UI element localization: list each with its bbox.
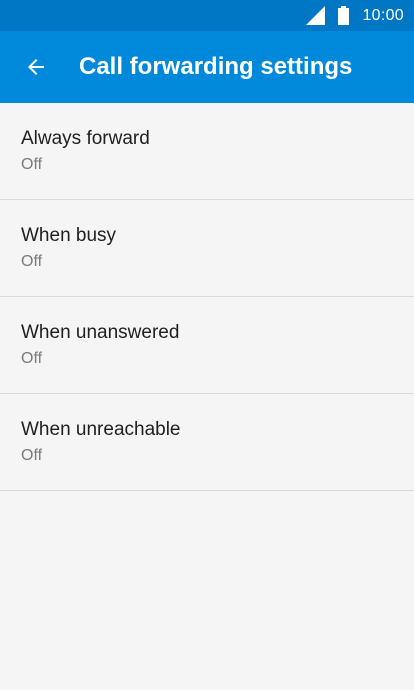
setting-status: Off bbox=[21, 447, 43, 464]
signal-icon bbox=[306, 6, 326, 25]
setting-title: When unreachable bbox=[21, 419, 181, 440]
status-bar: 10:00 bbox=[0, 0, 414, 31]
setting-when-unanswered[interactable]: When unanswered Off bbox=[0, 297, 414, 394]
setting-status: Off bbox=[21, 350, 43, 367]
call-forwarding-list: Always forward Off When busy Off When un… bbox=[0, 103, 414, 491]
setting-when-unreachable[interactable]: When unreachable Off bbox=[0, 394, 414, 491]
app-bar: Call forwarding settings bbox=[0, 31, 414, 103]
status-icons: 10:00 bbox=[306, 0, 404, 31]
setting-always-forward[interactable]: Always forward Off bbox=[0, 103, 414, 200]
back-button[interactable] bbox=[12, 43, 60, 91]
setting-status: Off bbox=[21, 156, 43, 173]
arrow-left-icon bbox=[28, 59, 44, 75]
setting-title: Always forward bbox=[21, 128, 150, 149]
battery-icon bbox=[338, 6, 350, 25]
setting-when-busy[interactable]: When busy Off bbox=[0, 200, 414, 297]
setting-status: Off bbox=[21, 253, 43, 270]
page-title: Call forwarding settings bbox=[79, 53, 353, 80]
status-time: 10:00 bbox=[362, 6, 404, 24]
setting-title: When unanswered bbox=[21, 322, 180, 343]
setting-title: When busy bbox=[21, 225, 117, 246]
